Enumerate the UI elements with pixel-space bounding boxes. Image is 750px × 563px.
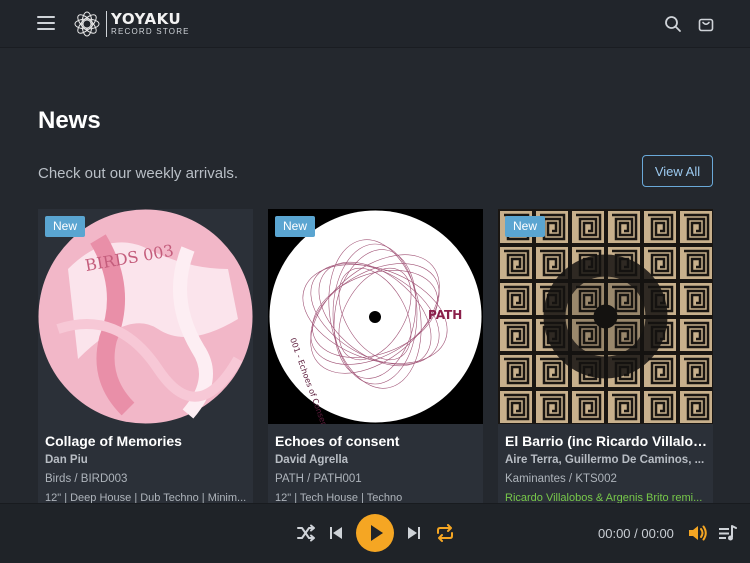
search-icon[interactable] <box>664 15 682 33</box>
card-artist[interactable]: David Agrella <box>275 454 478 466</box>
product-card[interactable]: BIRDS 003 New Collage of Memories Dan Pi… <box>38 209 253 504</box>
play-icon <box>371 525 383 541</box>
cart-icon[interactable] <box>697 15 715 33</box>
record-artwork[interactable]: BIRDS 003 <box>38 209 253 424</box>
logo-divider <box>106 11 107 37</box>
section-subtitle: Check out our weekly arrivals. <box>38 165 239 182</box>
audio-player-bar: 00:00 / 00:00 <box>0 503 750 563</box>
page-title: News <box>38 107 101 134</box>
volume-icon[interactable] <box>688 524 708 542</box>
record-artwork[interactable]: PATH 001 - Echoes of Consent <box>268 209 483 424</box>
card-label[interactable]: Birds / BIRD003 <box>45 473 248 485</box>
new-badge: New <box>45 216 86 237</box>
playlist-icon[interactable] <box>718 524 738 542</box>
playback-time: 00:00 / 00:00 <box>598 526 674 541</box>
brand-name[interactable]: YOYAKU <box>111 10 181 28</box>
card-title[interactable]: El Barrio (inc Ricardo Villalob... <box>505 433 708 449</box>
view-all-button[interactable]: View All <box>642 155 713 187</box>
menu-icon[interactable] <box>37 16 55 30</box>
card-title[interactable]: Echoes of consent <box>275 433 478 449</box>
card-title[interactable]: Collage of Memories <box>45 433 248 449</box>
svg-text:PATH: PATH <box>428 308 462 322</box>
product-card[interactable]: PATH 001 - Echoes of Consent New Echoes … <box>268 209 483 504</box>
repeat-icon[interactable] <box>435 524 455 542</box>
play-button[interactable] <box>356 514 394 552</box>
card-artist[interactable]: Aire Terra, Guillermo De Caminos, ... <box>505 454 708 466</box>
logo-icon[interactable] <box>73 10 101 38</box>
shuffle-icon[interactable] <box>296 524 316 542</box>
previous-icon[interactable] <box>329 525 343 541</box>
card-artist[interactable]: Dan Piu <box>45 454 248 466</box>
product-card[interactable]: New El Barrio (inc Ricardo Villalob... A… <box>498 209 713 504</box>
brand-subtitle: RECORD STORE <box>111 27 190 36</box>
next-icon[interactable] <box>407 525 421 541</box>
card-label[interactable]: Kaminantes / KTS002 <box>505 473 708 485</box>
card-label[interactable]: PATH / PATH001 <box>275 473 478 485</box>
new-badge: New <box>275 216 316 237</box>
record-artwork[interactable] <box>498 209 713 424</box>
top-header: YOYAKU RECORD STORE <box>0 0 750 48</box>
new-badge: New <box>505 216 546 237</box>
